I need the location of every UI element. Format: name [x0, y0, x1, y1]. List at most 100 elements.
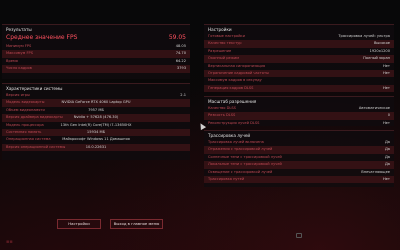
settings-row: Качество текстур Высокое	[204, 40, 394, 48]
result-row: Максимум FPS 74.70	[2, 50, 190, 58]
raytracing-value: Да	[384, 154, 390, 159]
settings-button[interactable]: Настройки	[57, 219, 101, 229]
raytracing-label: Трассировка лучей включена	[208, 140, 264, 144]
settings-value: Высокое	[373, 41, 390, 46]
settings-row: Готовые настройки Трассировка лучей: ульт…	[204, 33, 394, 40]
settings-label: Генерация кадров DLSS	[208, 85, 254, 90]
raytracing-label: Трассировка путей	[208, 176, 245, 181]
system-value: NVIDIA GeForce RTX 4060 Laptop GPU	[61, 100, 131, 105]
system-label: Версия игры	[6, 93, 30, 97]
raytracing-row: Трассировка путей Нет	[204, 175, 394, 184]
system-label: Объем видеопамяти	[6, 107, 45, 112]
settings-value: Трассировка лучей: ультра	[338, 34, 390, 38]
settings-row: Максимум кадров в секунду	[204, 77, 394, 84]
result-row: Время 64.22	[2, 58, 190, 65]
system-panel: Характеристики системы Версия игры 2.1 Мо…	[2, 83, 190, 160]
system-row: Модель видеокарты NVIDIA GeForce RTX 4060…	[2, 99, 190, 107]
settings-row: Разрешение 1920x1200	[204, 48, 394, 55]
system-row: Версия игры 2.1	[2, 92, 190, 99]
system-label: Системная память	[6, 129, 42, 134]
raytracing-row: Трассировка лучей включена Да	[204, 139, 394, 146]
raytracing-panel: Трассировка лучей Трассировка лучей вклю…	[204, 130, 394, 187]
system-value: 2.1	[180, 93, 186, 97]
settings-label: Разрешение	[208, 48, 232, 53]
system-row: Версия операционной системы 10.0.22631	[2, 143, 190, 152]
raytracing-value: Да	[384, 140, 390, 144]
raytracing-value: Да	[384, 162, 390, 167]
upscaling-row: Резкость DLSS 0	[204, 112, 394, 120]
system-label: Модель процессора	[6, 122, 44, 127]
settings-row: Генерация кадров DLSS Нет	[204, 84, 394, 93]
settings-row: Вертикальная синхронизация Нет	[204, 63, 394, 70]
settings-label: Ограничение кадровой частоты	[208, 70, 269, 75]
raytracing-label: Освещение с трассировкой лучей	[208, 169, 273, 174]
result-label: Максимум FPS	[6, 51, 33, 56]
system-label: Версия операционной системы	[6, 144, 66, 149]
results-panel: Результаты Среднее значение FPS 59.05 Ми…	[2, 24, 190, 79]
settings-label: Вертикальная синхронизация	[208, 63, 266, 68]
upscaling-value: Нет	[382, 120, 390, 125]
raytracing-row: Отражения с трассировкой лучей Да	[204, 146, 394, 154]
result-value: 74.70	[175, 51, 186, 56]
average-fps-row: Среднее значение FPS 59.05	[2, 33, 190, 43]
system-label: Модель видеокарты	[6, 100, 45, 105]
raytracing-label: Солнечные тени с трассировкой лучей	[208, 154, 282, 159]
upscaling-title: Масштаб разрешения	[208, 99, 257, 104]
raytracing-title: Трассировка лучей	[208, 133, 251, 138]
result-value: 48.05	[175, 44, 186, 48]
upscaling-panel: Масштаб разрешения Качество DLSS Автомати…	[204, 96, 394, 126]
system-value: Майкрософт Windows 11 Домашняя	[62, 137, 130, 142]
settings-value: 1920x1200	[369, 48, 390, 53]
settings-panel: Настройки Готовые настройки Трассировка л…	[204, 24, 394, 93]
raytracing-row: Локальные тени с трассировкой лучей Да	[204, 161, 394, 169]
settings-value: Полный экран	[363, 56, 390, 61]
raytracing-row: Освещение с трассировкой лучей Впечатляющ…	[204, 169, 394, 176]
raytracing-value: Впечатляющее	[361, 169, 390, 174]
upscaling-label: Реконструкция лучей DLSS	[208, 120, 260, 125]
settings-row: Ограничение кадровой частоты Нет	[204, 69, 394, 78]
raytracing-row: Солнечные тени с трассировкой лучей Да	[204, 154, 394, 161]
settings-value: Нет	[382, 63, 390, 68]
result-value: 64.22	[175, 58, 186, 63]
system-label: Версия драйвера видеокарты	[6, 115, 63, 120]
system-value: Nvidia + 57628 (476.30)	[73, 115, 119, 120]
average-fps-label: Среднее значение FPS	[6, 34, 78, 41]
raytracing-value: Да	[384, 147, 390, 152]
settings-label: Качество текстур	[208, 41, 242, 46]
result-value: 3793	[176, 66, 186, 71]
settings-title: Настройки	[208, 27, 232, 32]
system-value: 7957 МБ	[88, 107, 104, 112]
upscaling-value: Автоматическое	[358, 106, 390, 110]
exit-to-main-menu-button[interactable]: Выход в главное меню	[110, 219, 163, 229]
result-label: Число кадров	[6, 66, 32, 71]
system-row: Системная память 15934 МБ	[2, 128, 190, 137]
result-row: Минимум FPS 48.05	[2, 43, 190, 50]
raytracing-value: Нет	[382, 176, 390, 181]
upscaling-label: Качество DLSS	[208, 106, 236, 110]
settings-label: Готовые настройки	[208, 34, 245, 38]
settings-value: Нет	[382, 85, 390, 90]
results-title: Результаты	[6, 27, 32, 32]
settings-label: Максимум кадров в секунду	[208, 78, 262, 83]
result-label: Минимум FPS	[6, 44, 32, 48]
average-fps-value: 59.05	[168, 34, 186, 41]
upscaling-row: Качество DLSS Автоматическое	[204, 105, 394, 112]
corner-decoration-icon: ▪▪	[6, 239, 13, 245]
raytracing-label: Отражения с трассировкой лучей	[208, 147, 273, 152]
settings-value: Нет	[382, 70, 390, 75]
system-row: Модель процессора 13th Gen Intel(R) Core(…	[2, 122, 190, 129]
system-value: 10.0.22631	[85, 144, 107, 149]
result-row: Число кадров 3793	[2, 65, 190, 73]
system-row: Объем видеопамяти 7957 МБ	[2, 107, 190, 114]
system-label: Операционная система	[6, 137, 51, 142]
system-value: 13th Gen Intel(R) Core(TM) i7-13650HX	[60, 122, 132, 127]
system-value: 15934 МБ	[86, 129, 106, 134]
upscaling-row: Реконструкция лучей DLSS Нет	[204, 120, 394, 127]
result-label: Время	[6, 58, 18, 63]
upscaling-label: Резкость DLSS	[208, 113, 236, 118]
controller-hint-icon	[296, 233, 302, 238]
system-row: Версия драйвера видеокарты Nvidia + 57628…	[2, 114, 190, 122]
settings-label: Оконный режим	[208, 56, 239, 61]
system-row: Операционная система Майкрософт Windows 1…	[2, 136, 190, 143]
settings-row: Оконный режим Полный экран	[204, 55, 394, 63]
